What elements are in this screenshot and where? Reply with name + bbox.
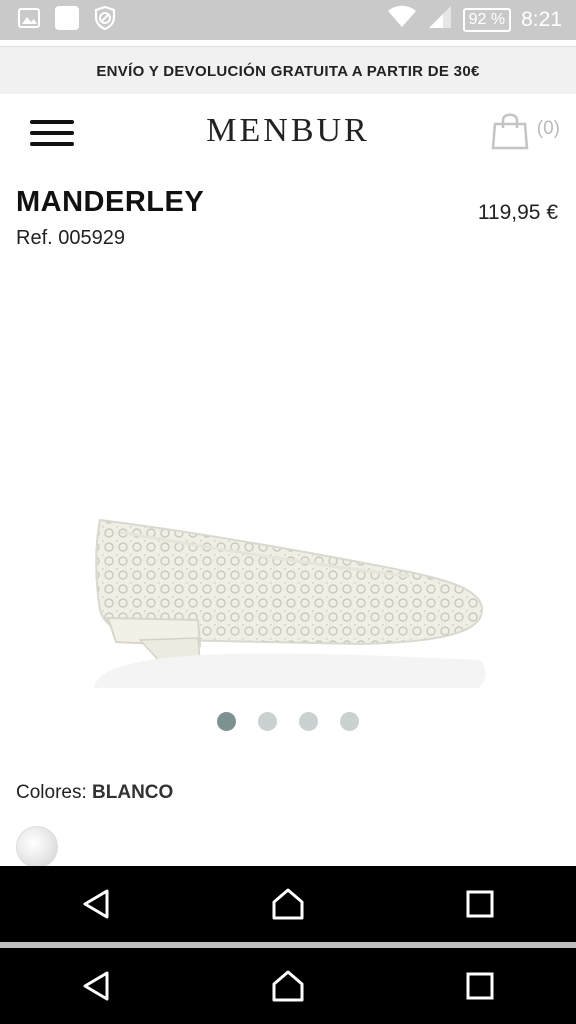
product-price: 119,95 € (477, 201, 558, 224)
colors-row: Colores: BLANCO (16, 782, 173, 804)
colors-label: Colores: (16, 782, 87, 803)
signal-icon (427, 5, 453, 35)
shield-icon (94, 5, 116, 35)
gallery-dot[interactable] (340, 712, 359, 731)
brand-logo[interactable]: MENBUR (0, 112, 576, 150)
back-icon (83, 889, 109, 919)
battery-icon: 92 % (462, 8, 512, 32)
gallery-dot[interactable] (217, 712, 236, 731)
status-bar: 92 % 8:21 (0, 0, 576, 40)
product-title: MANDERLEY (16, 186, 205, 218)
recents-icon (466, 972, 494, 1000)
gallery-dot[interactable] (299, 712, 318, 731)
product-reference: Ref. 005929 (16, 227, 125, 249)
cart-button[interactable]: (0) (491, 110, 560, 155)
home-icon (272, 970, 304, 1002)
nav-recents-button[interactable] (440, 956, 520, 1016)
site-header: MENBUR (0) (0, 94, 576, 174)
app-icon (54, 5, 80, 36)
nav-home-button[interactable] (248, 956, 328, 1016)
nav-back-button[interactable] (56, 874, 136, 934)
wifi-icon (387, 5, 417, 35)
android-nav-bar-secondary (0, 948, 576, 1024)
gallery-pagination (0, 712, 576, 731)
clock: 8:21 (521, 8, 562, 31)
shopping-bag-icon (491, 110, 529, 155)
home-icon (272, 888, 304, 920)
nav-recents-button[interactable] (440, 874, 520, 934)
back-icon (83, 971, 109, 1001)
gallery-dot[interactable] (258, 712, 277, 731)
cart-count: (0) (536, 118, 560, 139)
promo-banner[interactable]: ENVÍO Y DEVOLUCIÓN GRATUITA A PARTIR DE … (0, 46, 576, 95)
recents-icon (466, 890, 494, 918)
nav-back-button[interactable] (56, 956, 136, 1016)
product-image[interactable] (60, 470, 520, 700)
selected-color: BLANCO (92, 782, 174, 803)
image-icon (18, 7, 40, 33)
nav-home-button[interactable] (248, 874, 328, 934)
color-swatch-blanco[interactable] (16, 826, 58, 868)
android-nav-bar (0, 866, 576, 942)
